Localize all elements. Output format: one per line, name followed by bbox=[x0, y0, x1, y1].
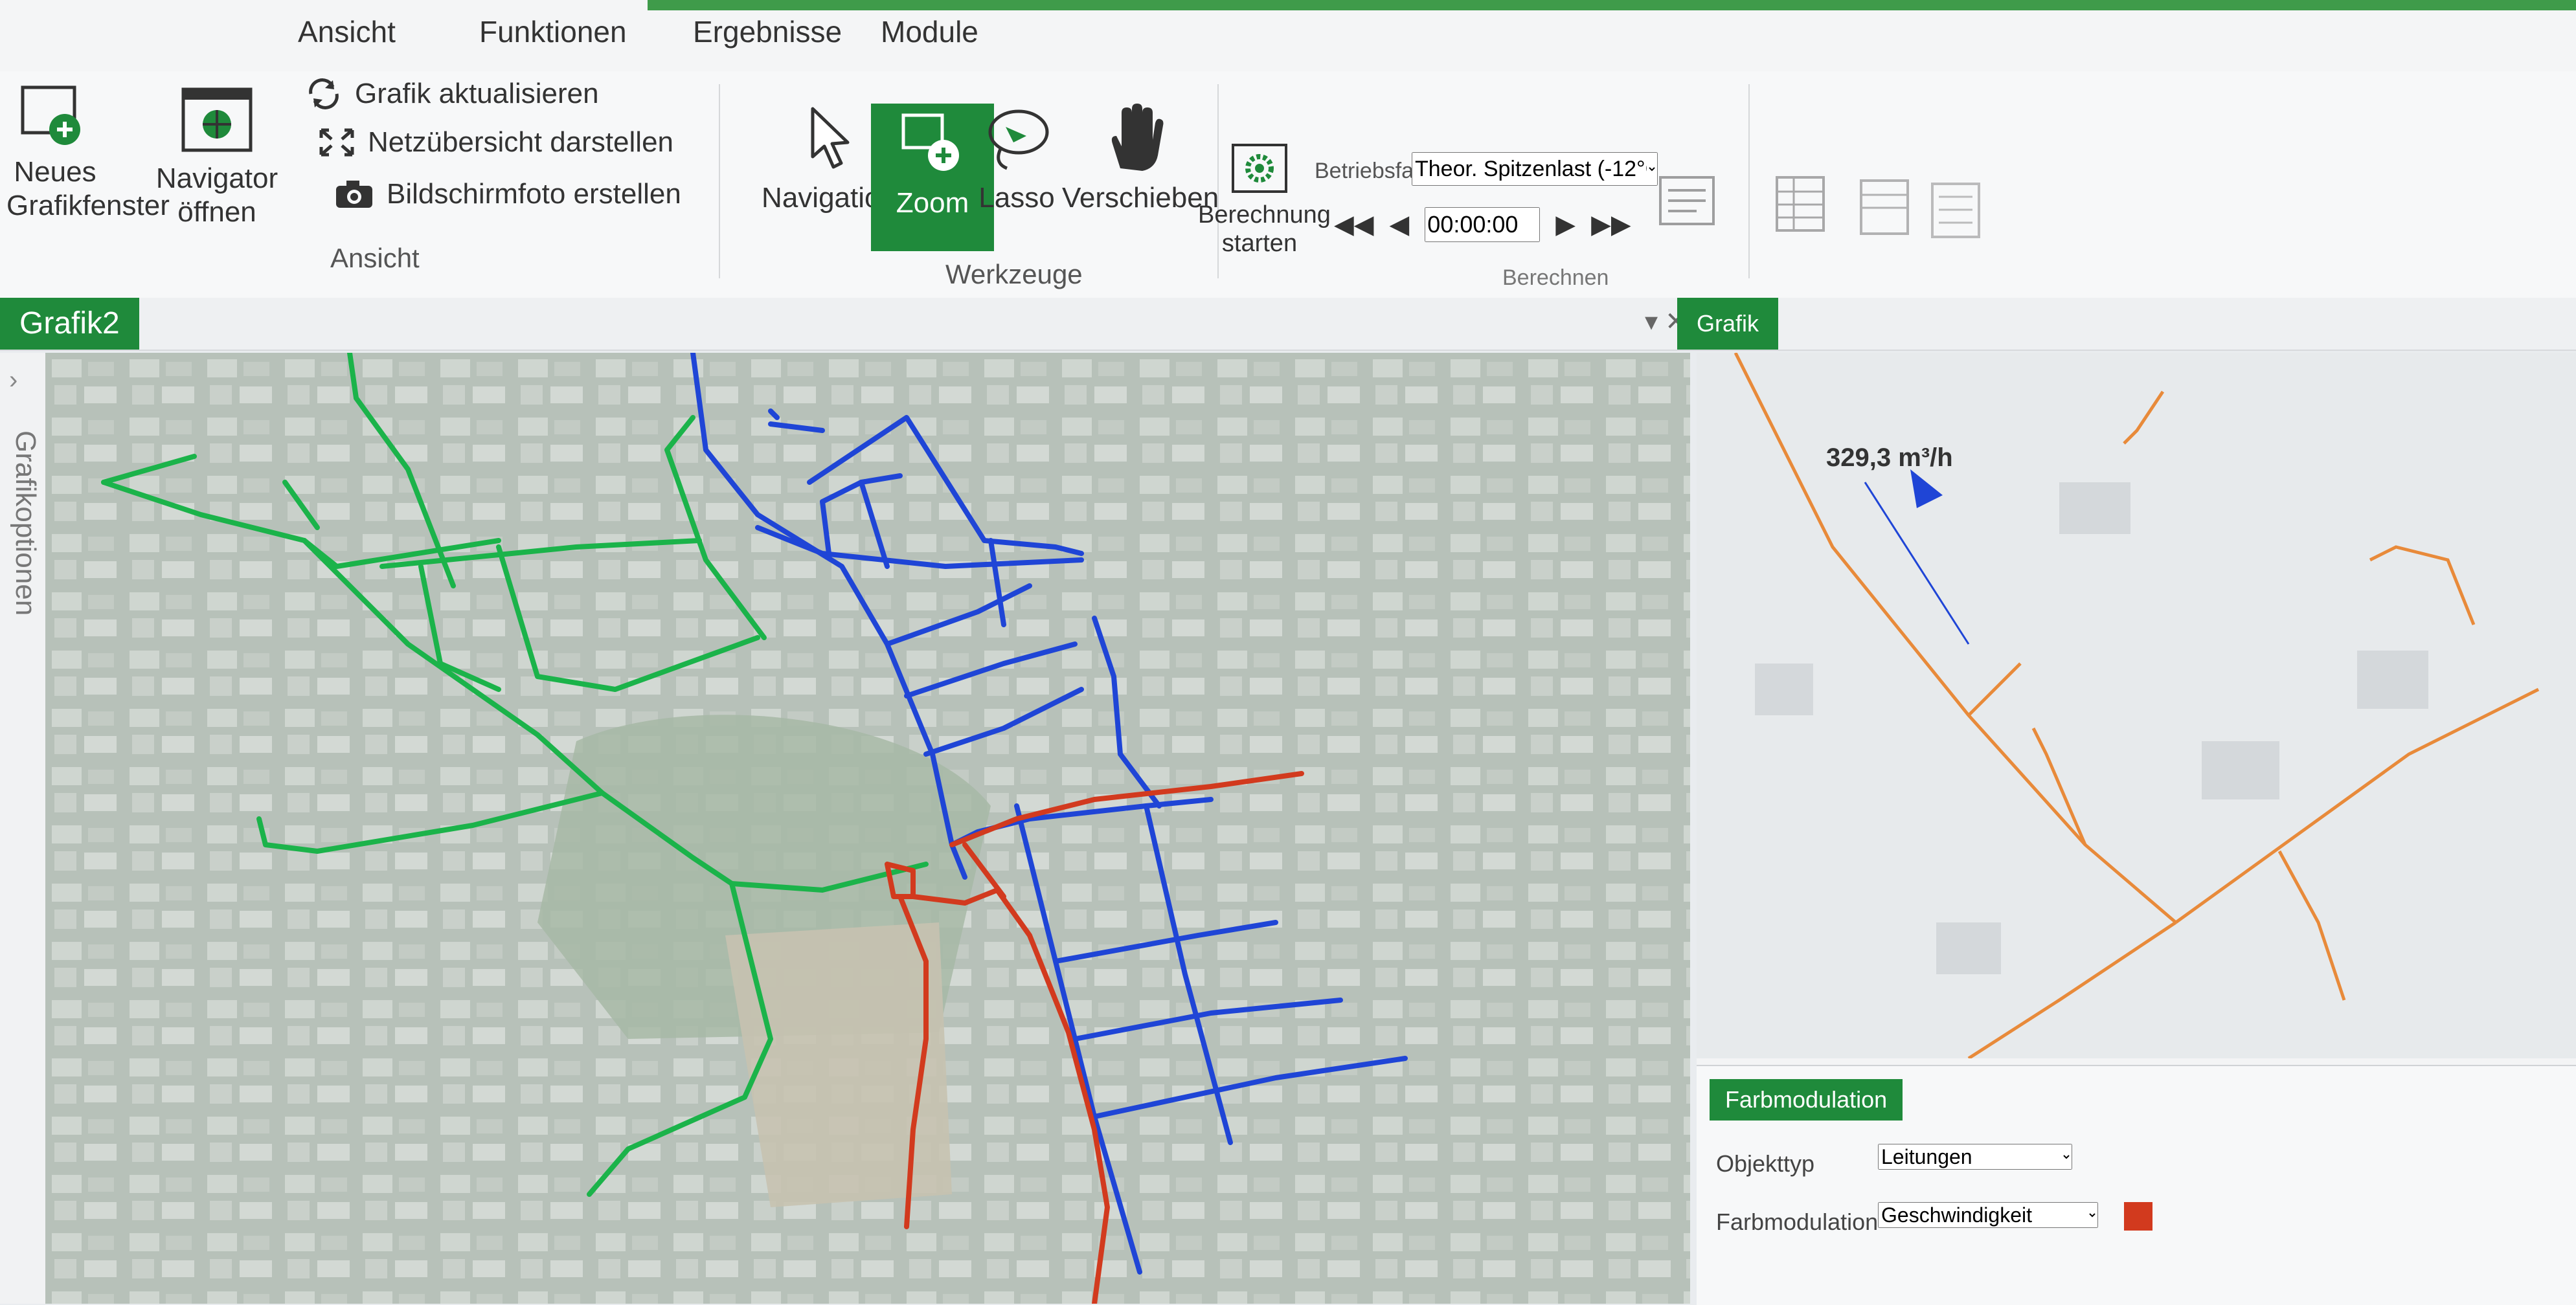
flow-rate-label: 329,3 m³/h bbox=[1826, 443, 1953, 472]
overview-label: Netzübersicht darstellen bbox=[368, 126, 674, 158]
screenshot-label: Bildschirmfoto erstellen bbox=[387, 178, 681, 210]
ribbon-separator bbox=[719, 84, 720, 278]
lasso-label: Lasso bbox=[978, 182, 1055, 214]
network-map[interactable] bbox=[45, 353, 1690, 1304]
group-label-berechnen: Berechnen bbox=[1502, 265, 1609, 290]
network-overview-button[interactable]: Netzübersicht darstellen bbox=[317, 126, 673, 159]
navigator-label: Navigator öffnen bbox=[155, 162, 278, 228]
document-tabbar: Grafik2 ▾ ✕ Grafik bbox=[0, 298, 2576, 351]
building-shape bbox=[1755, 664, 1813, 715]
properties-panel: Farbmodulation Objekttyp Leitungen Farbm… bbox=[1697, 1065, 2576, 1305]
ribbon: Neues Grafikfenster Navigator öffnen Gra… bbox=[0, 71, 2576, 299]
tool-lasso-button[interactable]: Lasso bbox=[975, 104, 1059, 215]
scenario-select[interactable]: Theor. Spitzenlast (-12°C) bbox=[1412, 152, 1658, 186]
list-icon[interactable] bbox=[1930, 181, 1982, 240]
scenario-label: Betriebsfall bbox=[1315, 159, 1424, 183]
time-input[interactable] bbox=[1425, 207, 1541, 242]
object-type-label: Objekttyp bbox=[1716, 1150, 1815, 1177]
menu-ansicht[interactable]: Ansicht bbox=[298, 14, 396, 49]
object-type-select[interactable]: Leitungen bbox=[1878, 1144, 2072, 1170]
building-shape bbox=[2202, 741, 2279, 799]
edit-table-icon[interactable] bbox=[1859, 178, 1910, 236]
menu-ergebnisse[interactable]: Ergebnisse bbox=[693, 14, 842, 49]
collapse-icon[interactable]: › bbox=[9, 366, 17, 395]
zoom-label: Zoom bbox=[896, 187, 969, 219]
fast-forward-icon[interactable]: ▶▶ bbox=[1591, 210, 1631, 240]
new-window-icon bbox=[21, 85, 80, 145]
refresh-graphic-button[interactable]: Grafik aktualisieren bbox=[304, 78, 599, 110]
color-modulation-select[interactable]: Geschwindigkeit bbox=[1878, 1202, 2098, 1228]
navigator-icon bbox=[181, 87, 253, 152]
map-canvas bbox=[45, 353, 1690, 1304]
building-shape bbox=[1936, 922, 2001, 974]
tab-grafik2[interactable]: Grafik2 bbox=[0, 298, 139, 350]
menu-module[interactable]: Module bbox=[881, 14, 978, 49]
start-calculation-label: Berechnung starten bbox=[1198, 201, 1331, 257]
report-icon[interactable] bbox=[1658, 175, 1716, 227]
step-forward-icon[interactable]: ▶ bbox=[1555, 210, 1576, 240]
group-label-ansicht: Ansicht bbox=[330, 243, 420, 273]
gear-icon bbox=[1232, 144, 1287, 193]
ribbon-separator bbox=[1748, 84, 1750, 278]
hand-icon bbox=[1111, 104, 1164, 171]
graphic-options-panel[interactable]: › Grafikoptionen bbox=[0, 353, 47, 1304]
title-strip bbox=[648, 0, 2576, 10]
menubar: Ansicht Funktionen Ergebnisse Module bbox=[0, 0, 2576, 72]
refresh-label: Grafik aktualisieren bbox=[355, 78, 599, 109]
zoom-in-icon bbox=[901, 113, 959, 171]
cursor-arrow-icon bbox=[811, 107, 850, 169]
start-calculation-button[interactable]: Berechnung starten bbox=[1198, 142, 1331, 258]
color-modulation-header[interactable]: Farbmodulation bbox=[1710, 1079, 1903, 1121]
color-swatch[interactable] bbox=[2124, 1202, 2152, 1231]
rewind-icon[interactable]: ◀◀ bbox=[1334, 210, 1374, 240]
table-icon[interactable] bbox=[1774, 175, 1826, 233]
building-shape bbox=[2357, 651, 2428, 709]
color-modulation-label: Farbmodulation bbox=[1716, 1209, 1879, 1235]
tool-pan-button[interactable]: Verschieben bbox=[1062, 104, 1219, 215]
refresh-icon bbox=[309, 78, 339, 109]
detail-pane[interactable]: 329,3 m³/h Farbmodulation Objekttyp Leit… bbox=[1697, 353, 2576, 1305]
lasso-icon bbox=[988, 109, 1049, 170]
group-label-werkzeuge: Werkzeuge bbox=[945, 259, 1083, 289]
camera-icon bbox=[336, 181, 372, 208]
screenshot-button[interactable]: Bildschirmfoto erstellen bbox=[333, 178, 681, 210]
time-controls: ◀◀ ◀ ▶ ▶▶ bbox=[1334, 207, 1631, 242]
step-back-icon[interactable]: ◀ bbox=[1390, 210, 1410, 240]
new-window-button[interactable]: Neues Grafikfenster bbox=[6, 84, 170, 223]
menu-funktionen[interactable]: Funktionen bbox=[479, 14, 627, 49]
pan-label: Verschieben bbox=[1062, 182, 1219, 214]
expand-icon bbox=[319, 128, 354, 157]
building-shape bbox=[2059, 482, 2130, 534]
graphic-options-label: Grafikoptionen bbox=[10, 430, 41, 616]
navigator-button[interactable]: Navigator öffnen bbox=[142, 84, 291, 229]
tab-grafik[interactable]: Grafik bbox=[1677, 298, 1779, 350]
